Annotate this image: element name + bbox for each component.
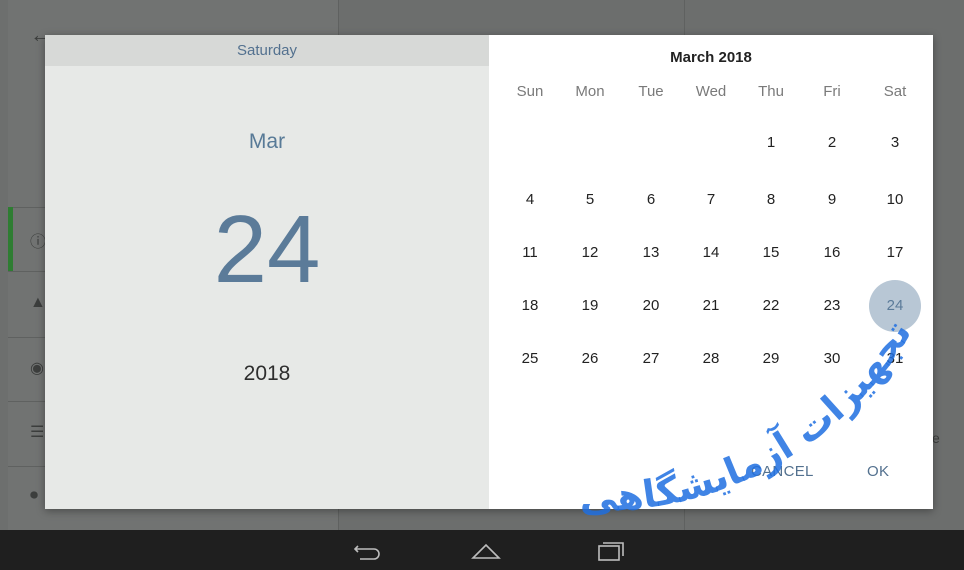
calendar-panel: March 2018 Sun Mon Tue Wed Thu Fri Sat 1234567… [489,35,933,509]
calendar-day[interactable]: 17 [875,233,915,273]
calendar-day[interactable]: 9 [812,180,852,220]
weekday-header: Thu [758,83,784,100]
calendar-day[interactable]: 1 [751,123,791,163]
calendar-day[interactable]: 7 [691,180,731,220]
plug-icon: ⏺ [30,487,39,504]
list-icon: ☰ [30,424,45,441]
calendar-day[interactable]: 19 [570,286,610,326]
info-icon: ⓘ [30,234,47,251]
calendar-day[interactable]: 11 [510,233,550,273]
weekday-header: Mon [575,83,605,100]
calendar-day[interactable]: 3 [875,123,915,163]
calendar-day[interactable]: 21 [691,286,731,326]
calendar-day[interactable]: 25 [510,339,550,379]
calendar-day[interactable]: 28 [691,339,731,379]
calendar-day[interactable]: 29 [751,339,791,379]
weekday-header: Tue [638,83,664,100]
calendar-day[interactable]: 22 [751,286,791,326]
calendar-day[interactable]: 5 [570,180,610,220]
weekday-header: Fri [823,83,841,100]
calendar-day[interactable]: 13 [631,233,671,273]
selected-calendar-day[interactable]: 24 [869,280,921,332]
calendar-day[interactable]: 8 [751,180,791,220]
weekday-header: Sat [883,83,907,100]
calendar-month-title: March 2018 [670,49,752,66]
cancel-button[interactable]: CANCEL [751,463,814,480]
calendar-day[interactable]: 16 [812,233,852,273]
calendar-day[interactable]: 2 [812,123,852,163]
ok-button[interactable]: OK [867,463,889,480]
home-icon[interactable] [470,538,502,562]
date-picker-dialog: Saturday Mar 24 2018 March 2018 Sun Mon Tu… [45,35,933,509]
calendar-day[interactable]: 23 [812,286,852,326]
weekday-header: Wed [695,83,727,100]
selected-month-label[interactable]: Mar [45,130,489,154]
selected-year-label[interactable]: 2018 [45,362,489,386]
calendar-day[interactable]: 30 [812,339,852,379]
background-text-fragment: e [932,430,940,446]
calendar-day[interactable]: 14 [691,233,731,273]
date-header: Saturday Mar 24 2018 [45,35,489,509]
calendar-day[interactable]: 10 [875,180,915,220]
calendar-day[interactable]: 31 [875,339,915,379]
calendar-day[interactable]: 15 [751,233,791,273]
selected-item-indicator [8,207,13,271]
back-icon[interactable] [352,538,382,562]
calendar-day[interactable]: 4 [510,180,550,220]
calendar-day[interactable]: 6 [631,180,671,220]
calendar-day[interactable]: 20 [631,286,671,326]
calendar-day[interactable]: 12 [570,233,610,273]
calendar-day[interactable]: 26 [570,339,610,379]
day-of-week-label: Saturday [45,35,489,66]
weekday-header: Sun [516,83,544,100]
globe-icon: ◉ [30,360,44,377]
recents-icon[interactable] [595,538,627,562]
calendar-day[interactable]: 18 [510,286,550,326]
system-navigation-bar [0,530,964,570]
flask-icon: ▲ [30,294,46,311]
selected-day-label[interactable]: 24 [45,195,489,305]
calendar-day[interactable]: 27 [631,339,671,379]
